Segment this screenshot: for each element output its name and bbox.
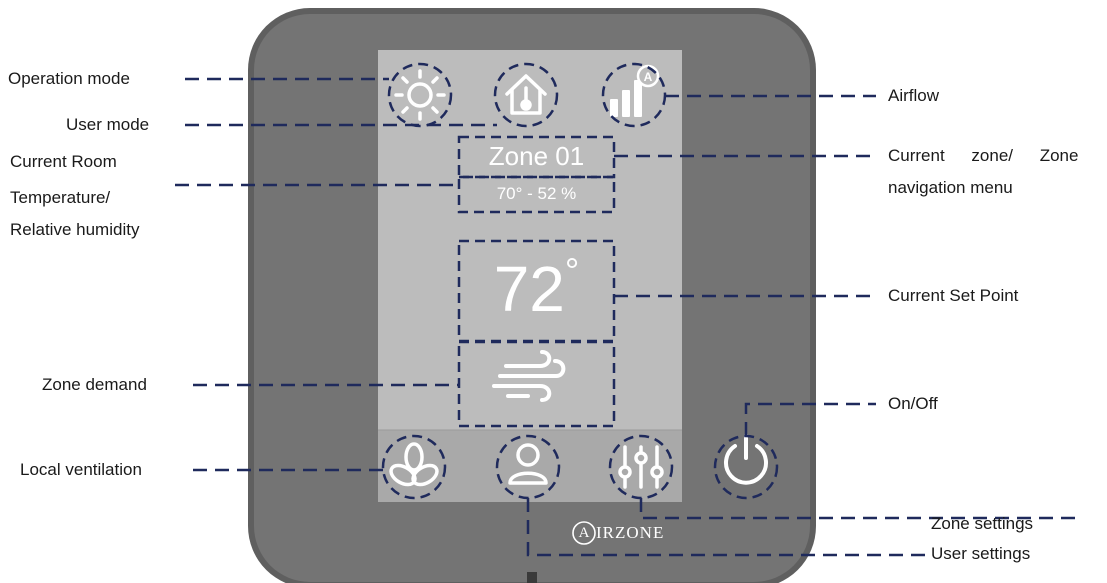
label-airflow: Airflow bbox=[888, 86, 940, 105]
label-local-ventilation: Local ventilation bbox=[20, 460, 142, 479]
power-button[interactable] bbox=[715, 436, 777, 498]
user-mode-button[interactable] bbox=[495, 64, 557, 126]
label-zone-demand: Zone demand bbox=[42, 375, 147, 394]
label-current-zone-2: navigation menu bbox=[888, 178, 1013, 197]
zone-settings-button[interactable] bbox=[610, 436, 672, 498]
brand-initial: A bbox=[578, 525, 590, 541]
label-on-off: On/Off bbox=[888, 394, 938, 413]
label-current-set-point: Current Set Point bbox=[888, 286, 1019, 305]
operation-mode-button[interactable] bbox=[389, 64, 451, 126]
label-current-zone-1: Current zone/ Zone bbox=[888, 144, 1102, 168]
label-user-settings: User settings bbox=[931, 544, 1031, 563]
set-point-degree: ° bbox=[564, 250, 580, 291]
brand-name: IRZONE bbox=[596, 523, 665, 542]
zone-name[interactable]: Zone 01 bbox=[459, 139, 614, 173]
set-point-number: 72 bbox=[493, 253, 565, 325]
label-current-zone-1-text: Current zone/ Zone bbox=[888, 146, 1079, 165]
set-point-value[interactable]: 72° bbox=[459, 247, 614, 337]
label-zone-settings: Zone settings bbox=[931, 514, 1034, 533]
local-ventilation-button[interactable] bbox=[383, 436, 445, 498]
label-operation-mode: Operation mode bbox=[8, 69, 130, 88]
zone-demand-indicator bbox=[459, 342, 614, 426]
label-user-mode: User mode bbox=[66, 115, 150, 134]
room-reading: 70° - 52 % bbox=[496, 184, 577, 203]
cable bbox=[527, 572, 537, 583]
label-current-room-2: Temperature/ bbox=[10, 188, 111, 207]
user-settings-button[interactable] bbox=[497, 436, 559, 498]
label-current-room-3: Relative humidity bbox=[10, 220, 140, 239]
airflow-button[interactable] bbox=[603, 64, 665, 126]
label-current-room-1: Current Room bbox=[10, 152, 117, 171]
